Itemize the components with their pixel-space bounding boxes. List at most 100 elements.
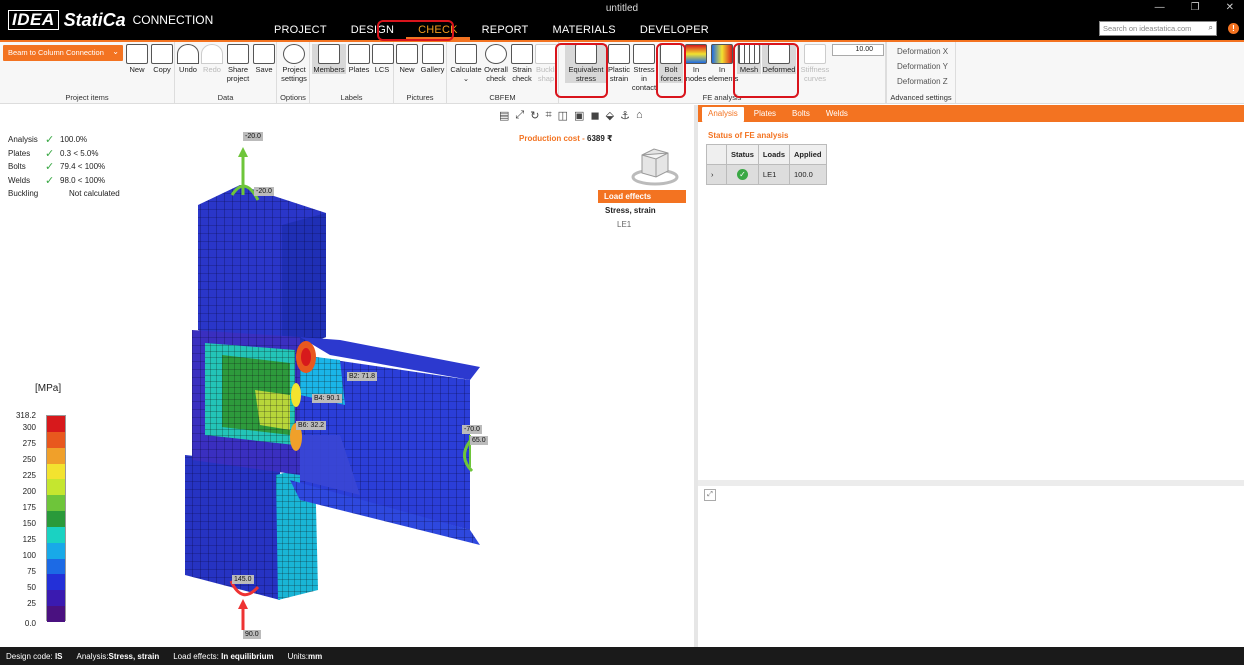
plates-label-button[interactable]: Plates: [348, 44, 370, 74]
stiffness-label-2: curves: [803, 74, 827, 83]
main-tabs: PROJECT DESIGN CHECK REPORT MATERIALS DE…: [262, 22, 721, 40]
value-label: -20.0: [243, 132, 263, 141]
redo-label: Redo: [203, 65, 221, 74]
members-button[interactable]: Members: [312, 44, 346, 74]
tab-project[interactable]: PROJECT: [262, 22, 339, 40]
tab-materials[interactable]: MATERIALS: [540, 22, 627, 40]
notification-icon[interactable]: !: [1228, 23, 1239, 34]
plates-icon: [348, 44, 370, 64]
search-icon[interactable]: ⌕: [1209, 23, 1213, 33]
copy-label: Copy: [153, 65, 171, 74]
3d-viewport[interactable]: -20.0 -20.0 B2: 71.8 B4: 90.1 B6: 32.2 -…: [0, 105, 694, 647]
maximize-icon[interactable]: ❐: [1191, 2, 1200, 13]
solid-icon[interactable]: ◼: [590, 109, 599, 122]
buckling-shapes-button[interactable]: Buckli shap: [535, 44, 557, 83]
deformation-scale-input[interactable]: 10.00: [832, 44, 884, 56]
contour-elements-icon: [711, 44, 733, 64]
table-row[interactable]: › ✓ LE1 100.0: [706, 164, 827, 185]
status-analysis: Analysis:Stress, strain: [77, 652, 160, 661]
lcs-button[interactable]: LCS: [372, 44, 394, 74]
strain-check-button[interactable]: Strain check: [510, 44, 534, 83]
redo-button[interactable]: Redo: [201, 44, 223, 74]
legend-tick: 275: [22, 439, 36, 448]
group-label-advanced: Advanced settings: [890, 93, 952, 102]
undo-button[interactable]: Undo: [177, 44, 199, 74]
analysis-label: Analysis:: [76, 651, 109, 661]
legend-swatch: [47, 542, 65, 560]
search-placeholder: Search on ideastatica.com: [1103, 24, 1192, 33]
project-settings-button[interactable]: Project settings: [279, 44, 309, 83]
project-selector[interactable]: Beam to Column Connection ⌄: [3, 45, 123, 61]
fit-icon[interactable]: ▤: [499, 109, 509, 122]
legend-swatch: [47, 606, 65, 623]
gallery-button[interactable]: Gallery: [419, 44, 446, 74]
settings-label-2: settings: [281, 74, 307, 83]
project-selector-value: Beam to Column Connection: [8, 48, 104, 57]
new-picture-button[interactable]: New: [396, 44, 418, 74]
tree-item-stress-strain[interactable]: Stress, strain: [591, 206, 686, 215]
deformation-z-button[interactable]: Deformation Z: [897, 77, 948, 86]
status-ok-icon: ✓: [726, 164, 759, 185]
copy-button[interactable]: Copy: [150, 44, 174, 74]
legend-tick: 25: [27, 599, 36, 608]
tab-developer[interactable]: DEVELOPER: [628, 22, 721, 40]
summary-value: 100.0%: [60, 135, 88, 145]
panel-separator[interactable]: [698, 480, 1244, 486]
minimize-icon[interactable]: —: [1155, 2, 1165, 13]
stress-contact-button[interactable]: Stress in contact: [631, 44, 657, 92]
legend-swatch: [47, 590, 65, 607]
legend-tick: 175: [22, 503, 36, 512]
tab-plates[interactable]: Plates: [748, 107, 782, 122]
home-icon[interactable]: ⌂: [636, 109, 643, 122]
summary-label: Analysis: [8, 135, 38, 145]
pic-new-label: New: [399, 65, 415, 74]
group-cbfem: Calculate ⌄ Overall check Strain check Buck…: [447, 42, 559, 104]
summary-row: Bolts ✓ 79.4 < 100%: [8, 160, 120, 174]
tree-item-load-effects[interactable]: Load effects: [598, 190, 686, 203]
legend-tick: 250: [22, 455, 36, 464]
nodes-label-2: nodes: [685, 74, 707, 83]
wireframe-icon[interactable]: ▣: [574, 109, 584, 122]
deformation-x-button[interactable]: Deformation X: [897, 47, 948, 56]
tab-bolts[interactable]: Bolts: [786, 107, 816, 122]
search-input[interactable]: Search on ideastatica.com ⌕: [1099, 21, 1217, 36]
overall-check-button[interactable]: Overall check: [483, 44, 509, 83]
plastic-strain-button[interactable]: Plastic strain: [607, 44, 631, 83]
tab-analysis[interactable]: Analysis: [702, 107, 744, 122]
view-cube-icon[interactable]: ◫: [558, 109, 568, 122]
expand-icon[interactable]: ⤢: [704, 489, 716, 501]
check-circle-icon: [485, 44, 507, 64]
summary-value: 98.0 < 100%: [60, 175, 106, 185]
deformation-y-button[interactable]: Deformation Y: [897, 62, 948, 71]
expand-row-icon[interactable]: ›: [706, 164, 727, 185]
row-loads: LE1: [757, 164, 791, 185]
highlight-mesh-deformed: [733, 43, 799, 98]
view-dir-icon[interactable]: ⬙: [606, 109, 614, 122]
save-label: Save: [255, 65, 273, 74]
tab-report[interactable]: REPORT: [470, 22, 541, 40]
calculate-button[interactable]: Calculate ⌄: [449, 44, 483, 83]
tab-welds[interactable]: Welds: [820, 107, 854, 122]
new-item-button[interactable]: New: [126, 44, 148, 74]
strain-label-1: Strain: [512, 65, 532, 74]
members-label: Members: [313, 65, 345, 74]
tree-item-le1[interactable]: LE1: [591, 220, 686, 229]
fe-status-table: Status Loads Applied › ✓ LE1 100.0: [706, 144, 827, 185]
anchor-icon[interactable]: ⚓: [620, 109, 630, 122]
save-button[interactable]: Save: [253, 44, 275, 74]
logo-product: CONNECTION: [132, 13, 214, 27]
close-icon[interactable]: ✕: [1226, 2, 1234, 13]
zoom-extents-icon[interactable]: ⤢: [515, 109, 524, 122]
stiffness-icon: [804, 44, 826, 64]
in-nodes-button[interactable]: In nodes: [685, 44, 707, 83]
value-label: B4: 90.1: [312, 394, 343, 403]
contact-label-2: contact: [631, 83, 657, 92]
share-project-button[interactable]: Share project: [225, 44, 251, 83]
crop-icon[interactable]: ⌗: [545, 109, 551, 122]
units-label: Units:: [287, 651, 309, 661]
rotate-icon[interactable]: ↻: [530, 109, 539, 122]
in-elements-button[interactable]: In elements: [708, 44, 738, 83]
stiffness-curves-button[interactable]: Stiffness curves: [799, 44, 831, 83]
picture-icon: [396, 44, 418, 64]
navigation-cube-icon[interactable]: [630, 141, 680, 191]
